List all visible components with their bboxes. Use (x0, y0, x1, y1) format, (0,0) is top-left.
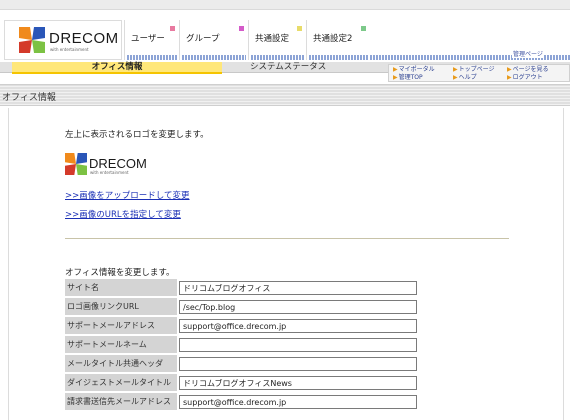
link-help[interactable]: ▶ヘルプ (453, 74, 477, 81)
subtab-office-info[interactable]: オフィス情報 (12, 62, 222, 74)
arrow-right-icon: ▶ (453, 74, 458, 81)
nav-tab-label: 共通設定 (255, 34, 290, 44)
tab-bar (182, 55, 246, 60)
admin-page-link[interactable]: 管理ページ (512, 49, 544, 58)
tab-bar (309, 55, 368, 60)
support-email-input[interactable] (179, 319, 417, 333)
nav-tab-label: 共通設定2 (313, 34, 353, 44)
form-row-invoice-email: 請求書送信先メールアドレス (65, 393, 417, 411)
form-row-mail-title-header: メールタイトル共通ヘッダ (65, 355, 417, 373)
field-label: ロゴ画像リンクURL (65, 298, 177, 316)
page-title-bar: オフィス情報 (0, 84, 570, 106)
tab-color-marker (297, 26, 302, 31)
upload-image-link[interactable]: >>画像をアップロードして変更 (65, 189, 190, 201)
link-my-portal[interactable]: ▶マイポータル (393, 66, 435, 73)
quick-links-panel: ▶マイポータル ▶トップページ ▶ページを見る ▶管理TOP ▶ヘルプ ▶ログア… (388, 64, 570, 82)
brand-logo[interactable]: DRECOM with entertainment (4, 20, 122, 60)
nav-tab-label: グループ (186, 34, 220, 44)
link-logout[interactable]: ▶ログアウト (507, 74, 543, 81)
tab-color-marker (361, 26, 366, 31)
mail-title-header-input[interactable] (179, 357, 417, 371)
field-label: サポートメールネーム (65, 336, 177, 354)
form-row-logo-link-url: ロゴ画像リンクURL (65, 298, 417, 316)
arrow-right-icon: ▶ (393, 74, 398, 81)
tab-color-marker (239, 26, 244, 31)
arrow-right-icon: ▶ (453, 66, 458, 73)
field-label: サポートメールアドレス (65, 317, 177, 335)
nav-tab-users[interactable]: ユーザー (124, 20, 179, 60)
form-row-support-mail-name: サポートメールネーム (65, 336, 417, 354)
drecom-logo-icon (65, 153, 87, 175)
form-row-site-name: サイト名 (65, 279, 417, 297)
current-logo-preview: DRECOM with entertainment (65, 153, 165, 175)
logo-preview-tagline: with entertainment (90, 170, 129, 175)
nav-tab-common-settings-2[interactable]: 共通設定2 (306, 20, 370, 60)
support-mail-name-input[interactable] (179, 338, 417, 352)
arrow-right-icon: ▶ (507, 66, 512, 73)
header: DRECOM with entertainment ユーザー グループ 共通設定… (0, 10, 570, 62)
invoice-email-input[interactable] (179, 395, 417, 409)
tab-bar (251, 55, 304, 60)
site-name-input[interactable] (179, 281, 417, 295)
nav-tab-label: ユーザー (131, 34, 165, 44)
link-admin-top[interactable]: ▶管理TOP (393, 74, 423, 81)
subtab-label: オフィス情報 (91, 62, 143, 72)
tab-color-marker (170, 26, 175, 31)
link-view-page[interactable]: ▶ページを見る (507, 66, 549, 73)
arrow-right-icon: ▶ (507, 74, 512, 81)
specify-image-url-link[interactable]: >>画像のURLを指定して変更 (65, 208, 181, 220)
field-label: 請求書送信先メールアドレス (65, 393, 177, 411)
office-form-description: オフィス情報を変更します。 (65, 268, 175, 278)
active-underline (12, 72, 222, 74)
link-top-page[interactable]: ▶トップページ (453, 66, 495, 73)
form-row-digest-mail-title: ダイジェストメールタイトル (65, 374, 417, 392)
page-title: オフィス情報 (2, 93, 56, 103)
form-row-support-email: サポートメールアドレス (65, 317, 417, 335)
digest-mail-title-input[interactable] (179, 376, 417, 390)
nav-tab-common-settings[interactable]: 共通設定 (248, 20, 306, 60)
top-strip (0, 0, 570, 10)
arrow-right-icon: ▶ (393, 66, 398, 73)
field-label: メールタイトル共通ヘッダ (65, 355, 177, 373)
nav-tab-groups[interactable]: グループ (179, 20, 248, 60)
field-label: サイト名 (65, 279, 177, 297)
tab-bar (127, 55, 177, 60)
logo-link-url-input[interactable] (179, 300, 417, 314)
drecom-logo-icon (19, 27, 45, 53)
logo-section-description: 左上に表示されるロゴを変更します。 (65, 130, 209, 140)
field-label: ダイジェストメールタイトル (65, 374, 177, 392)
logo-preview-name: DRECOM (89, 156, 147, 171)
brand-name: DRECOM (49, 30, 119, 47)
section-divider (65, 238, 509, 239)
brand-tagline: with entertainment (50, 47, 89, 52)
subtab-system-status[interactable]: システムステータス (250, 62, 326, 73)
